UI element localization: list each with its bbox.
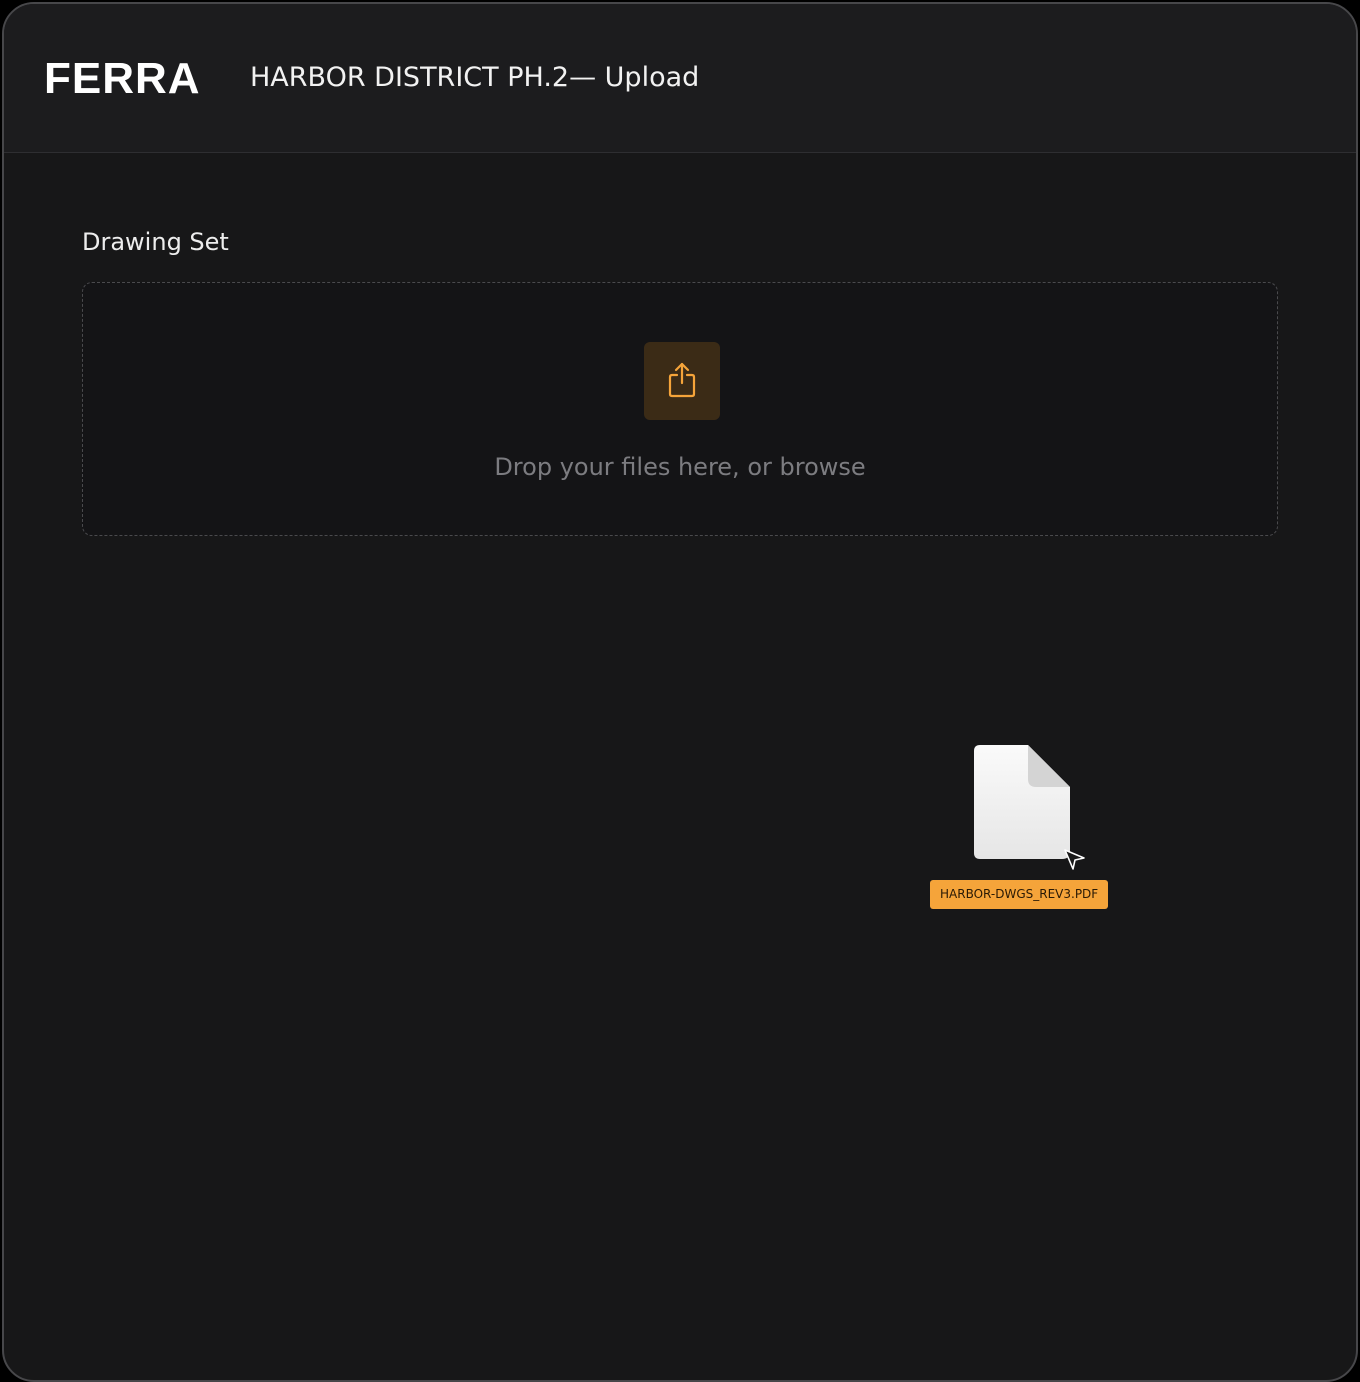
file-dropzone[interactable]: Drop your files here, or browse [82, 282, 1278, 536]
dragged-file-name: HARBOR-DWGS_REV3.PDF [930, 880, 1109, 909]
app-window: FERRA HARBOR DISTRICT PH.2— Upload Drawi… [2, 2, 1358, 1382]
document-icon [974, 745, 1070, 859]
upload-share-icon [668, 362, 696, 398]
dropzone-prompt[interactable]: Drop your files here, or browse [83, 451, 1277, 483]
logo[interactable]: FERRA [44, 54, 201, 104]
header: FERRA HARBOR DISTRICT PH.2— Upload [4, 4, 1356, 153]
upload-button[interactable] [644, 342, 720, 420]
dragged-file[interactable] [972, 743, 1072, 861]
pointer-cursor-icon [1064, 849, 1085, 870]
page-title: HARBOR DISTRICT PH.2— Upload [250, 62, 700, 93]
section-label: Drawing Set [82, 228, 229, 256]
